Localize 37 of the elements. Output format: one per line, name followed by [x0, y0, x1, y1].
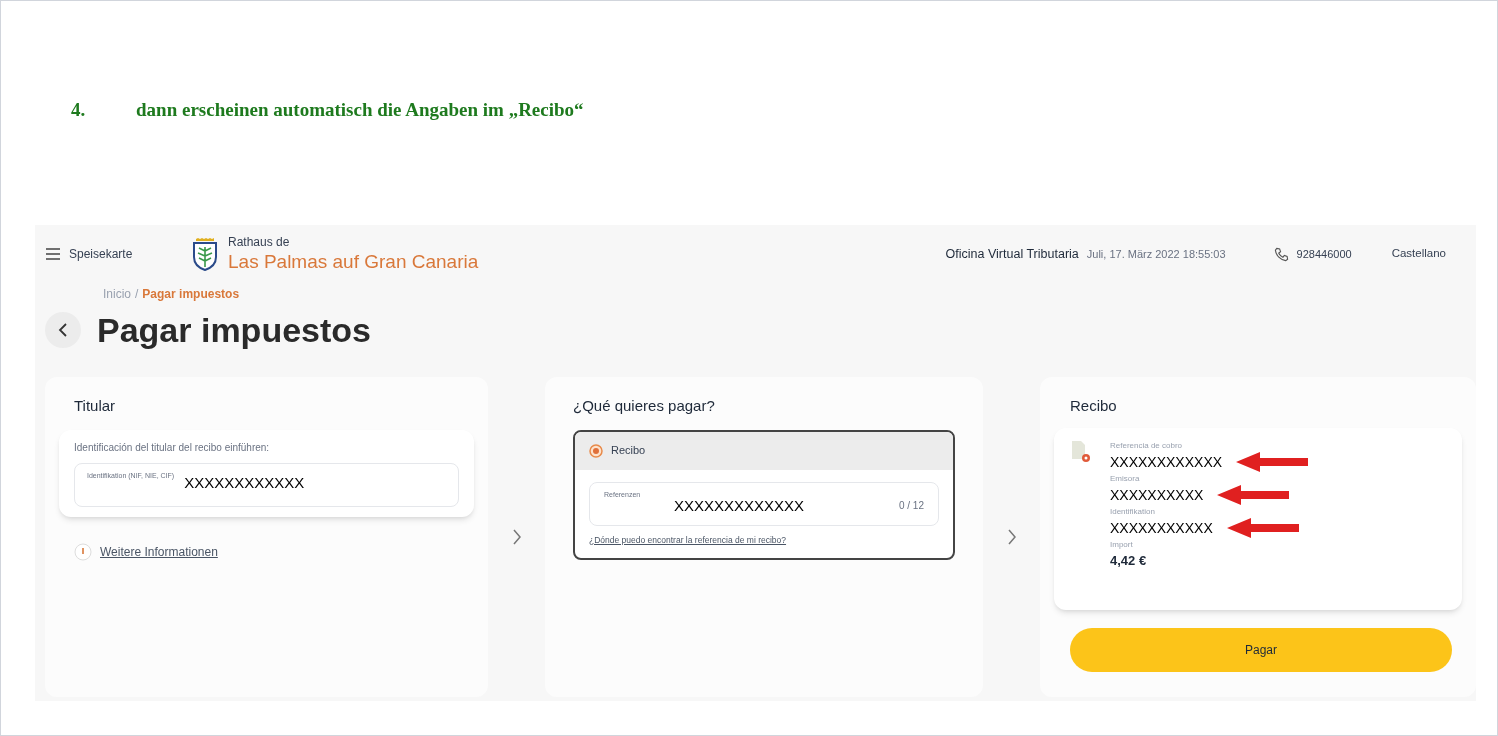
receipt-radio-option[interactable]: Recibo [575, 431, 953, 470]
menu-icon[interactable] [45, 248, 61, 260]
field-label: Emisora [1110, 472, 1141, 485]
logo-title: Las Palmas auf Gran Canaria [228, 249, 479, 274]
radio-icon [589, 443, 603, 458]
breadcrumb-separator: / [135, 286, 139, 303]
panel-title: Titular [73, 396, 117, 416]
step-text: dann erscheinen automatisch die Angaben im „Recibo“ [136, 98, 584, 122]
panel-title: ¿Qué quieres pagar? [573, 396, 716, 416]
panel-title: Recibo [1069, 396, 1118, 416]
office-link[interactable]: Oficina Virtual Tributaria [945, 244, 1079, 264]
info-icon [74, 542, 92, 561]
pay-button[interactable]: Pagar [1070, 627, 1452, 672]
menu-label[interactable]: Speisekarte [69, 245, 133, 263]
logo-caption: Rathaus de [228, 234, 291, 250]
chevron-right-icon [1006, 529, 1017, 545]
field-value: XXXXXXXXXX [1110, 485, 1204, 505]
phone-icon [1273, 246, 1289, 262]
field-value: XXXXXXXXXXX [1110, 518, 1213, 538]
field-value: 4,42 € [1110, 552, 1147, 571]
field-label: Referencia de cobro [1110, 439, 1184, 452]
help-link[interactable]: ¿Dónde puedo encontrar la referencia de mi recibo? [589, 533, 939, 547]
prompt-text: Identificación del titular del recibo einführen: [74, 440, 271, 455]
back-button[interactable] [45, 312, 81, 348]
coat-of-arms-icon [190, 237, 220, 271]
chevron-left-icon [58, 323, 68, 337]
document-icon [1070, 439, 1092, 464]
language-selector[interactable]: Castellano [1391, 245, 1446, 263]
field-label: Import [1110, 538, 1134, 551]
datetime-text: Juli, 17. März 2022 18:55:03 [1086, 246, 1226, 262]
more-info-link[interactable]: Weitere Informationen [100, 542, 218, 561]
phone-number[interactable]: 928446000 [1296, 245, 1352, 263]
page-title: Pagar impuestos [97, 309, 371, 351]
field-value: XXXXXXXXXXXX [1110, 452, 1223, 472]
chevron-right-icon [511, 529, 522, 545]
field-label: Identifikation [1110, 505, 1156, 518]
step-number: 4. [71, 98, 87, 122]
